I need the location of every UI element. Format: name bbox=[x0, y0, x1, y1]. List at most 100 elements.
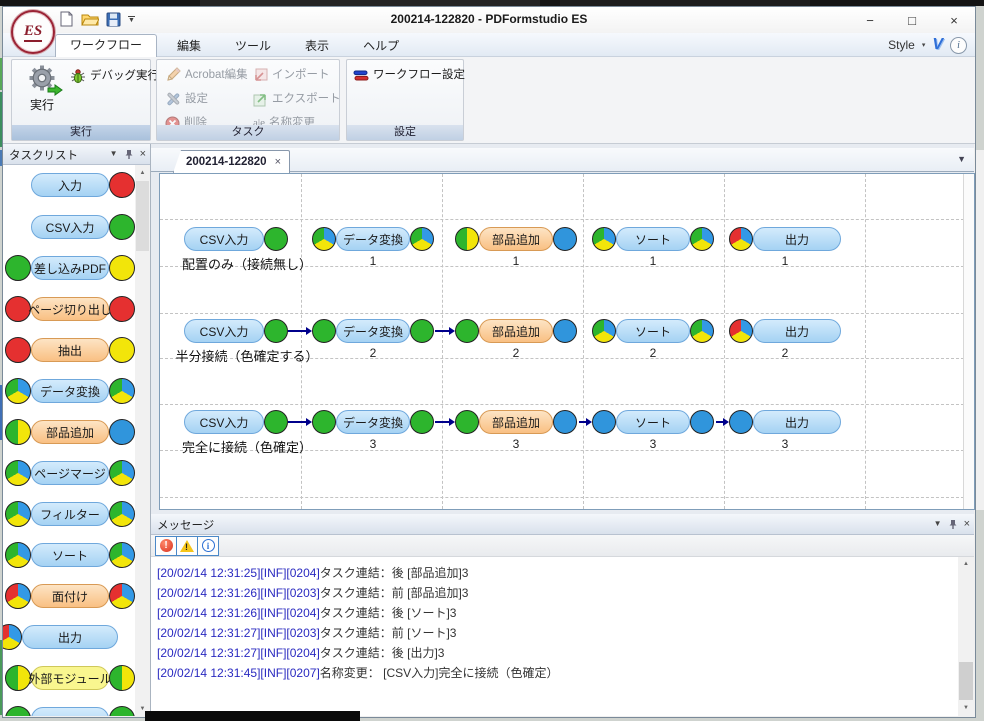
connector-dot[interactable] bbox=[455, 410, 479, 434]
node-add-part-2[interactable]: 部品追加 bbox=[455, 319, 577, 343]
node-data-convert-2[interactable]: データ変換 bbox=[312, 319, 434, 343]
tab-list-dropdown-icon[interactable]: ▼ bbox=[957, 154, 966, 164]
node-add-part-3[interactable]: 部品追加 bbox=[455, 410, 577, 434]
connector-dot[interactable] bbox=[690, 227, 714, 251]
message-scrollbar[interactable]: ▲ ▼ bbox=[958, 557, 974, 716]
panel-menu-icon[interactable]: ▼ bbox=[934, 517, 942, 531]
node-output-1[interactable]: 出力 bbox=[729, 227, 841, 251]
connector-dot[interactable] bbox=[264, 410, 288, 434]
workflow-canvas[interactable]: CSV入力 データ変換 部品追加 ソート 出力 配置のみ（接続無し） 1 1 1… bbox=[159, 173, 975, 510]
tab-edit[interactable]: 編集 bbox=[163, 36, 215, 57]
connector-dot[interactable] bbox=[592, 319, 616, 343]
task-item-filter[interactable]: フィルター bbox=[4, 501, 136, 527]
node-sort-1[interactable]: ソート bbox=[592, 227, 714, 251]
connector-dot[interactable] bbox=[553, 227, 577, 251]
node-csv-input-2[interactable]: CSV入力 bbox=[184, 319, 288, 343]
scroll-up-icon[interactable]: ▲ bbox=[135, 165, 150, 180]
task-item-add-part[interactable]: 部品追加 bbox=[4, 419, 136, 445]
task-item-sort[interactable]: ソート bbox=[4, 542, 136, 568]
pin-icon[interactable] bbox=[948, 519, 958, 530]
filter-errors-button[interactable]: ! bbox=[155, 536, 177, 556]
connector-dot[interactable] bbox=[592, 227, 616, 251]
connector-dot[interactable] bbox=[592, 410, 616, 434]
filter-warnings-button[interactable]: ! bbox=[176, 536, 198, 556]
node-output-2[interactable]: 出力 bbox=[729, 319, 841, 343]
connector-dot[interactable] bbox=[312, 410, 336, 434]
scroll-down-icon[interactable]: ▼ bbox=[958, 701, 974, 716]
maximize-button[interactable]: □ bbox=[891, 7, 933, 33]
connector-dot[interactable] bbox=[455, 227, 479, 251]
connector-dot[interactable] bbox=[410, 319, 434, 343]
connector-dot[interactable] bbox=[729, 319, 753, 343]
node-sub-label: 1 bbox=[755, 254, 815, 268]
connector-dot[interactable] bbox=[264, 227, 288, 251]
connector-dot[interactable] bbox=[455, 319, 479, 343]
tab-view[interactable]: 表示 bbox=[291, 36, 343, 57]
node-csv-input-3[interactable]: CSV入力 bbox=[184, 410, 288, 434]
node-data-convert-1[interactable]: データ変換 bbox=[312, 227, 434, 251]
task-item-page-merge[interactable]: ページマージ bbox=[4, 460, 136, 486]
node-output-3[interactable]: 出力 bbox=[729, 410, 841, 434]
scroll-up-icon[interactable]: ▲ bbox=[958, 557, 974, 572]
debug-run-button[interactable]: デバッグ実行 bbox=[70, 66, 159, 86]
run-button[interactable]: 実行 bbox=[17, 63, 67, 125]
tab-help[interactable]: ヘルプ bbox=[349, 36, 413, 57]
filter-info-button[interactable]: i bbox=[197, 536, 219, 556]
tasklist-scrollbar[interactable]: ▲ ▼ bbox=[135, 165, 150, 716]
node-add-part-1[interactable]: 部品追加 bbox=[455, 227, 577, 251]
connector-dot[interactable] bbox=[690, 319, 714, 343]
node-sort-2[interactable]: ソート bbox=[592, 319, 714, 343]
acrobat-edit-button[interactable]: Acrobat編集 bbox=[165, 65, 248, 85]
task-item-input[interactable]: 入力 bbox=[4, 172, 136, 198]
task-item-output[interactable]: 出力 bbox=[4, 624, 136, 650]
connector-dot bbox=[5, 665, 31, 691]
panel-close-icon[interactable]: × bbox=[140, 147, 146, 161]
connector-dot[interactable] bbox=[729, 227, 753, 251]
task-item-imposition[interactable]: 面付け bbox=[4, 583, 136, 609]
task-item-external-module[interactable]: 外部モジュール bbox=[4, 665, 136, 691]
node-data-convert-3[interactable]: データ変換 bbox=[312, 410, 434, 434]
task-item-extract[interactable]: 抽出 bbox=[4, 337, 136, 363]
node-sort-3[interactable]: ソート bbox=[592, 410, 714, 434]
minimize-button[interactable]: − bbox=[849, 7, 891, 33]
scrollbar-thumb[interactable] bbox=[959, 662, 973, 700]
connector-dot[interactable] bbox=[553, 410, 577, 434]
connector-dot[interactable] bbox=[690, 410, 714, 434]
connector-dot bbox=[109, 665, 135, 691]
style-caret-icon[interactable]: ▾ bbox=[922, 41, 926, 49]
panel-close-icon[interactable]: × bbox=[964, 517, 970, 531]
pin-icon[interactable] bbox=[124, 149, 134, 160]
workflow-settings-button[interactable]: ワークフロー設定 bbox=[353, 65, 465, 85]
scrollbar-thumb[interactable] bbox=[136, 181, 149, 251]
panel-menu-icon[interactable]: ▼ bbox=[110, 147, 118, 161]
task-item-data-convert[interactable]: データ変換 bbox=[4, 378, 136, 404]
connector-dot[interactable] bbox=[553, 319, 577, 343]
connector-dot[interactable] bbox=[312, 227, 336, 251]
connector-dot[interactable] bbox=[410, 410, 434, 434]
close-button[interactable]: × bbox=[933, 7, 975, 33]
ribbon: 実行 デバッグ実行 実行 Acrobat編集 設定 bbox=[3, 57, 975, 144]
document-tab[interactable]: 200214-122820 × bbox=[173, 150, 290, 173]
bug-icon bbox=[70, 68, 86, 84]
tab-close-icon[interactable]: × bbox=[275, 156, 281, 168]
task-item-csv-input[interactable]: CSV入力 bbox=[4, 214, 136, 240]
canvas-scroll-lane[interactable] bbox=[963, 174, 974, 509]
connector-dot bbox=[5, 460, 31, 486]
title-bar[interactable]: ▼ 200214-122820 - PDFormstudio ES − □ × bbox=[3, 7, 975, 33]
tab-tools[interactable]: ツール bbox=[221, 36, 285, 57]
task-item-page-cut[interactable]: ページ切り出し bbox=[4, 296, 136, 322]
export-button[interactable]: エクスポート bbox=[253, 89, 341, 109]
info-icon[interactable]: i bbox=[950, 37, 967, 54]
app-logo-button[interactable]: ES bbox=[11, 10, 55, 54]
connector-dot[interactable] bbox=[264, 319, 288, 343]
import-button[interactable]: インポート bbox=[253, 65, 330, 85]
style-selector[interactable]: Style bbox=[888, 38, 915, 52]
node-csv-input-1[interactable]: CSV入力 bbox=[184, 227, 288, 251]
connector-dot[interactable] bbox=[410, 227, 434, 251]
connector-dot[interactable] bbox=[312, 319, 336, 343]
tab-workflow[interactable]: ワークフロー bbox=[55, 34, 157, 57]
task-item-merge-pdf[interactable]: 差し込みPDF bbox=[4, 255, 136, 281]
task-item-partial[interactable] bbox=[4, 706, 136, 716]
connector-dot[interactable] bbox=[729, 410, 753, 434]
settings-button[interactable]: 設定 bbox=[165, 89, 208, 109]
